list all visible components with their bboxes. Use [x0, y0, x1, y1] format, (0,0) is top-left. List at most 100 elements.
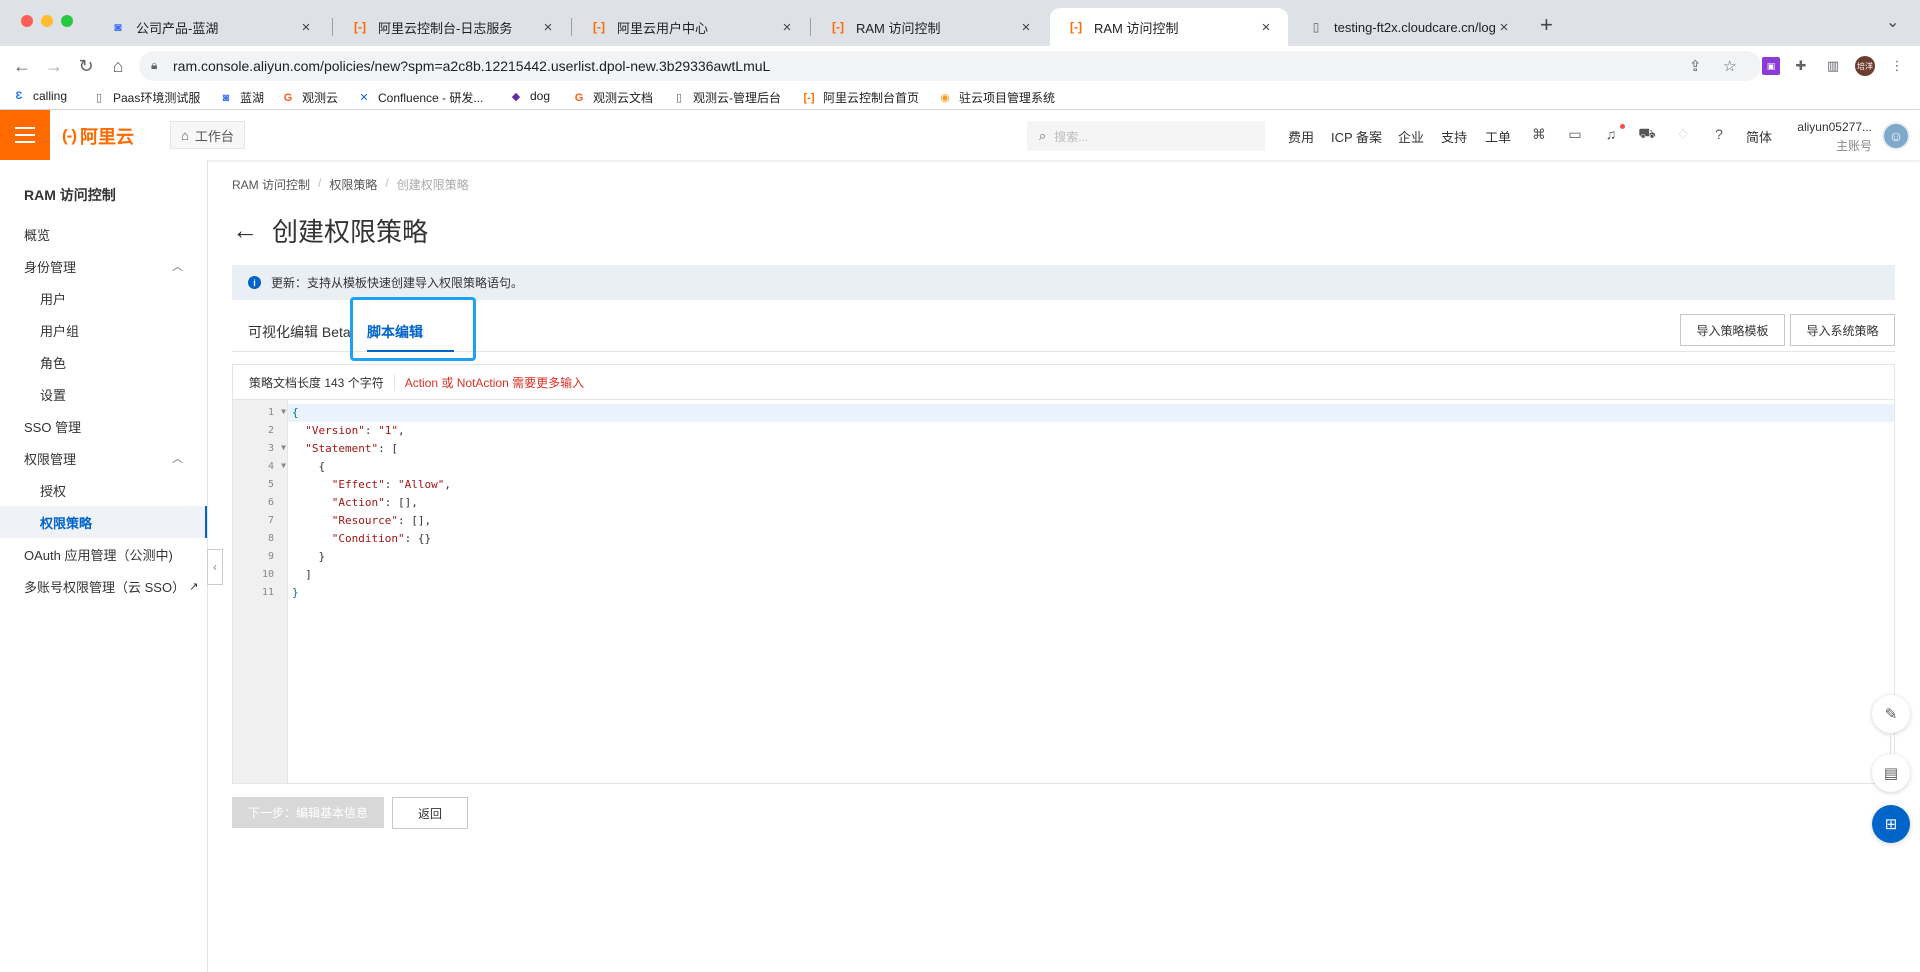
profile-avatar[interactable]: 培洋: [1855, 56, 1875, 76]
back-arrow-icon[interactable]: ←: [232, 215, 258, 246]
bookmark[interactable]: ◙ 蓝湖: [219, 89, 264, 106]
line-gutter: 1 ▼ 2 3 ▼ 4 ▼ 5 6 7 8 9 10 11: [233, 400, 288, 783]
window-close-button[interactable]: [21, 15, 33, 27]
sidebar-item-grants[interactable]: 授权: [0, 474, 207, 506]
code-icon[interactable]: ⌘: [1530, 125, 1548, 143]
sidebar-item-label: 用户: [40, 291, 67, 307]
breadcrumb: RAM 访问控制 / 权限策略 / 创建权限策略: [232, 176, 469, 193]
lightbulb-icon[interactable]: ♢: [1674, 125, 1692, 143]
tab-title: 公司产品-蓝湖: [136, 20, 219, 36]
import-system-policy-button[interactable]: 导入系统策略: [1790, 314, 1895, 346]
browser-tab[interactable]: [-] 阿里云用户中心 ×: [573, 8, 809, 46]
close-tab-icon[interactable]: ×: [1496, 19, 1512, 36]
sidebar-item-oauth[interactable]: OAuth 应用管理（公测中): [0, 538, 207, 570]
breadcrumb-item[interactable]: 权限策略: [329, 176, 377, 193]
account-info[interactable]: aliyun05277... 主账号: [1792, 120, 1872, 154]
avatar[interactable]: ☺: [1882, 122, 1910, 150]
language-switch[interactable]: 简体: [1746, 127, 1772, 146]
search-input[interactable]: ⌕ 搜索...: [1027, 121, 1265, 151]
fold-icon[interactable]: ▼: [281, 461, 286, 470]
new-tab-icon[interactable]: +: [1540, 12, 1553, 38]
browser-tab[interactable]: ◙ 公司产品-蓝湖 ×: [92, 8, 328, 46]
page-title-text: 创建权限策略: [272, 217, 429, 247]
home-icon[interactable]: ⌂: [104, 52, 132, 80]
cancel-back-button[interactable]: 返回: [392, 797, 468, 829]
sidebar-item-users[interactable]: 用户: [0, 282, 207, 314]
bookmark[interactable]: ▯ Paas环境测试服: [92, 89, 200, 106]
sidebar-collapse-button[interactable]: ‹: [207, 549, 223, 585]
lanhu-icon: ◙: [222, 91, 230, 104]
browser-tab[interactable]: [-] 阿里云控制台-日志服务 ×: [334, 8, 570, 46]
bookmark[interactable]: [-] 阿里云控制台首页: [802, 89, 920, 106]
bookmark[interactable]: ▯ 观测云-管理后台: [672, 89, 781, 106]
workbench-button[interactable]: ⌂ 工作台: [170, 121, 245, 149]
cart-icon[interactable]: ⛟: [1638, 125, 1656, 143]
browser-tab-active[interactable]: [-] RAM 访问控制 ×: [1050, 8, 1288, 46]
terminal-icon[interactable]: ▭: [1566, 125, 1584, 143]
bookmark[interactable]: ✕ Confluence - 研发...: [357, 89, 483, 106]
next-step-button[interactable]: 下一步：编辑基本信息: [232, 797, 384, 828]
puzzle-icon[interactable]: ✚: [1792, 57, 1810, 75]
close-tab-icon[interactable]: ×: [1018, 19, 1034, 36]
validation-warning: Action 或 NotAction 需要更多输入: [393, 373, 584, 391]
sidebar-item-cloud-sso[interactable]: 多账号权限管理（云 SSO） ↗: [0, 570, 207, 602]
window-zoom-button[interactable]: [61, 15, 73, 27]
header-link-icp[interactable]: ICP 备案: [1331, 127, 1382, 146]
bookmark[interactable]: ◆ dog: [509, 89, 550, 103]
sidebar-item-overview[interactable]: 概览: [0, 218, 207, 250]
more-vert-icon[interactable]: ⋮: [1888, 57, 1906, 75]
share-icon[interactable]: ⇪: [1689, 57, 1702, 75]
menu-icon[interactable]: [0, 110, 50, 160]
header-link-enterprise[interactable]: 企业: [1398, 127, 1424, 146]
sidebar-item-policies[interactable]: 权限策略: [0, 506, 207, 538]
sidebar-item-settings[interactable]: 设置: [0, 378, 207, 410]
chevron-down-icon[interactable]: ⌄: [1886, 12, 1899, 32]
breadcrumb-item[interactable]: RAM 访问控制: [232, 176, 310, 193]
code-editor[interactable]: { "Version": "1", "Statement": [ { "Effe…: [288, 400, 1894, 783]
close-tab-icon[interactable]: ×: [298, 19, 314, 36]
tab-title: RAM 访问控制: [1094, 20, 1179, 36]
reload-icon[interactable]: ↻: [72, 52, 100, 80]
help-icon[interactable]: ?: [1710, 125, 1728, 143]
star-icon[interactable]: ☆: [1723, 57, 1736, 75]
sidebar-item-roles[interactable]: 角色: [0, 346, 207, 378]
apps-button[interactable]: ⊞: [1872, 805, 1910, 843]
address-bar[interactable]: 🔒︎ ram.console.aliyun.com/policies/new?s…: [139, 51, 1761, 81]
edit-feedback-button[interactable]: ✎: [1872, 695, 1910, 733]
apps-grid-icon: ⊞: [1884, 816, 1898, 833]
guance-icon: G: [283, 91, 293, 104]
tab-visual-editor[interactable]: 可视化编辑 Beta: [248, 322, 351, 342]
aliyun-logo[interactable]: (-) 阿里云: [62, 123, 134, 149]
bell-icon[interactable]: ♫: [1602, 125, 1620, 143]
bookmark[interactable]: ◉ 驻云项目管理系统: [938, 89, 1055, 106]
bookmark-label: 观测云-管理后台: [693, 91, 781, 105]
forward-arrow-icon[interactable]: →: [40, 52, 68, 80]
sidebar-item-permissions[interactable]: 权限管理 ︿: [0, 442, 207, 474]
aliyun-icon: [-]: [832, 20, 844, 34]
sidebar-item-sso[interactable]: SSO 管理: [0, 410, 207, 442]
sidebar-item-groups[interactable]: 用户组: [0, 314, 207, 346]
bookmark[interactable]: G 观测云: [281, 89, 338, 106]
fold-icon[interactable]: ▼: [281, 407, 286, 416]
bookmark[interactable]: G 观测云文档: [572, 89, 653, 106]
header-link-ticket[interactable]: 工单: [1485, 127, 1511, 146]
extension-icon[interactable]: ▣: [1762, 57, 1780, 75]
sidebar-item-identity[interactable]: 身份管理 ︿: [0, 250, 207, 282]
fold-icon[interactable]: ▼: [281, 443, 286, 452]
bookmark-label: 阿里云控制台首页: [823, 91, 920, 105]
close-tab-icon[interactable]: ×: [1258, 19, 1274, 36]
editor-tabs: 可视化编辑 Beta 脚本编辑: [232, 314, 1895, 352]
browser-tab[interactable]: ▯ testing-ft2x.cloudcare.cn/login ×: [1290, 8, 1526, 46]
bookmark-label: 观测云文档: [593, 91, 654, 105]
back-arrow-icon[interactable]: ←: [8, 52, 36, 80]
chat-button[interactable]: ▤: [1872, 754, 1910, 792]
window-minimize-button[interactable]: [41, 15, 53, 27]
bookmark[interactable]: Ɛcalling: [12, 89, 67, 103]
import-template-button[interactable]: 导入策略模板: [1680, 314, 1785, 346]
close-tab-icon[interactable]: ×: [779, 19, 795, 36]
close-tab-icon[interactable]: ×: [540, 19, 556, 36]
header-link-support[interactable]: 支持: [1441, 127, 1467, 146]
sidepanel-icon[interactable]: ▥: [1824, 57, 1842, 75]
browser-tab[interactable]: [-] RAM 访问控制 ×: [812, 8, 1048, 46]
header-link-fees[interactable]: 费用: [1288, 127, 1314, 146]
